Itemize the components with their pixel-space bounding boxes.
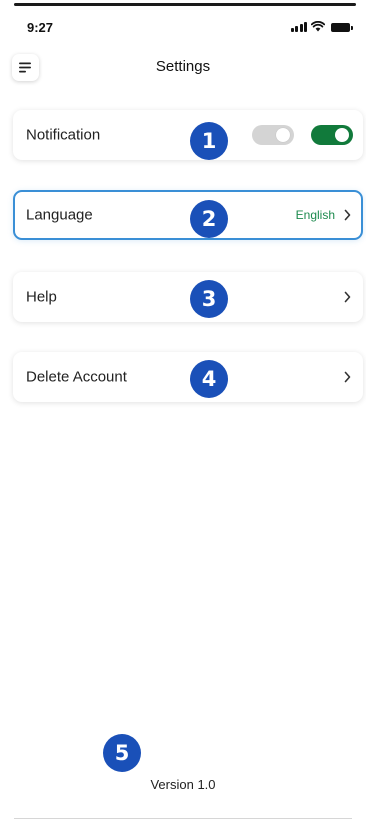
marker-3: 3 (190, 280, 228, 318)
toggle-knob (335, 128, 349, 142)
signal-icon (290, 21, 307, 32)
top-divider (14, 3, 356, 6)
marker-2: 2 (190, 200, 228, 238)
notification-label: Notification (26, 126, 101, 144)
marker-4: 4 (190, 360, 228, 398)
toggle-knob (276, 128, 290, 142)
status-bar: 9:27 (0, 16, 366, 38)
help-row[interactable]: Help (13, 272, 363, 322)
chevron-right-icon (344, 291, 351, 303)
page-title: Settings (155, 58, 211, 75)
delete-account-label: Delete Account (26, 368, 127, 386)
notification-toggle-off[interactable] (252, 125, 294, 145)
header: Settings (0, 52, 366, 84)
status-time: 9:27 (27, 20, 54, 35)
language-label: Language (26, 206, 93, 224)
language-value: English (295, 208, 335, 222)
marker-1: 1 (190, 122, 228, 160)
battery-icon (331, 23, 353, 32)
help-label: Help (26, 288, 57, 306)
notification-row: Notification (13, 110, 363, 160)
marker-5: 5 (103, 734, 141, 772)
version-text: Version 1.0 (150, 777, 216, 792)
language-row[interactable]: Language English (13, 190, 363, 240)
chevron-right-icon (344, 209, 351, 221)
wifi-icon (311, 21, 325, 32)
delete-account-row[interactable]: Delete Account (13, 352, 363, 402)
chevron-right-icon (344, 371, 351, 383)
notification-toggle-on[interactable] (311, 125, 353, 145)
bottom-divider (14, 818, 352, 819)
status-icons (290, 21, 353, 32)
